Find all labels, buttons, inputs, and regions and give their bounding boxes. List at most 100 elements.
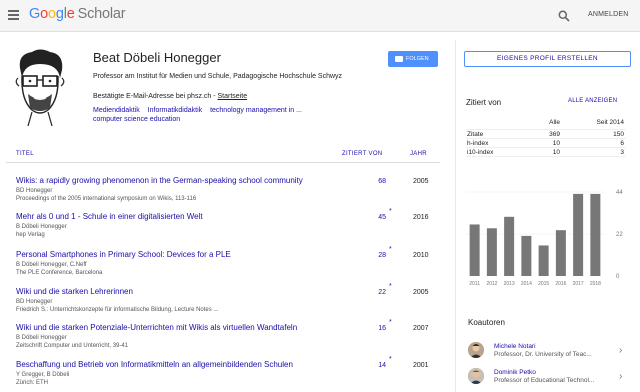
profile-interests: Mediendidaktik Informatikdidaktik techno… (93, 106, 353, 124)
logo-letter: e (66, 6, 75, 22)
publication-title[interactable]: Beschaffung und Betrieb von Informatikmi… (16, 360, 293, 369)
y-tick-label: 0 (616, 274, 620, 280)
logo-letter: o (47, 6, 56, 22)
chart-bar[interactable] (521, 235, 532, 276)
interest-link[interactable]: technology management in ... (210, 107, 302, 114)
citation-count[interactable]: 16 (376, 325, 386, 332)
stats-label: i10-index (467, 149, 494, 156)
chart-bar[interactable] (486, 228, 497, 276)
publication-title[interactable]: Personal Smartphones in Primary School: … (16, 250, 231, 259)
chevron-right-icon: › (619, 345, 623, 356)
interest-link[interactable]: Informatikdidaktik (148, 107, 202, 114)
x-tick-label: 2013 (504, 281, 515, 287)
chart-bar[interactable] (573, 193, 584, 276)
publication-venue: Zürich: ETH (16, 380, 49, 386)
publication-year: 2001 (413, 362, 429, 369)
citation-stats-table: Alle Seit 2014 Zitate 369 150 h-index 10… (466, 116, 626, 157)
logo-scholar-word: Scholar (77, 6, 126, 22)
stats-label: h-index (467, 140, 489, 147)
stats-header-cell: Seit 2014 (596, 119, 624, 126)
stats-all: 10 (552, 149, 560, 156)
publication-authors: BD Honegger (16, 188, 53, 194)
coauthor-name: Michele Notari (494, 343, 536, 350)
sort-by-citations[interactable]: ZITIERT VON (342, 151, 382, 157)
merged-citations-marker: * (389, 356, 392, 363)
sort-by-title[interactable]: TITEL (16, 151, 34, 157)
publication-venue: The PLE Conference, Barcelona (16, 270, 103, 276)
publication-authors: BD Honegger (16, 299, 53, 305)
merged-citations-marker: * (389, 319, 392, 326)
x-tick-label: 2014 (521, 281, 532, 287)
follow-button[interactable]: FOLGEN (388, 51, 438, 67)
publication-year: 2016 (413, 214, 429, 221)
citation-count[interactable]: 14 (376, 362, 386, 369)
citation-count[interactable]: 22 (376, 289, 386, 296)
signin-link[interactable]: ANMELDEN (588, 11, 629, 18)
stats-label: Zitate (467, 131, 484, 138)
publication-row: Wikis: a rapidly growing phenomenon in t… (16, 176, 440, 213)
logo-letter: o (40, 6, 48, 22)
publication-row: Wiki und die starken Lehrerinnen BD Hone… (16, 283, 440, 324)
sort-by-year[interactable]: JAHR (410, 151, 427, 157)
coauthor-avatar (468, 342, 484, 358)
publication-year: 2005 (413, 289, 429, 296)
publication-title[interactable]: Wikis: a rapidly growing phenomenon in t… (16, 176, 303, 185)
coauthor-item[interactable]: Michele Notari Professor, Dr. University… (466, 340, 632, 362)
profile-avatar (15, 49, 65, 126)
merged-citations-marker: * (389, 246, 392, 253)
chart-bar[interactable] (504, 216, 515, 276)
google-scholar-logo[interactable]: Google Scholar (29, 6, 126, 22)
publication-year: 2010 (413, 252, 429, 259)
menu-icon[interactable] (8, 10, 19, 20)
coauthor-photo (468, 342, 484, 358)
publication-authors: B Döbeli Honegger, C.Neff (16, 262, 87, 268)
publication-title[interactable]: Wiki und die starken Potenziale-Unterric… (16, 323, 297, 332)
publication-row: Mehr als 0 und 1 - Schule in einer digit… (16, 208, 440, 249)
publication-venue: Zeitschrift Computer und Unterricht, 39-… (16, 343, 129, 349)
publication-authors: Y Gregger, B Döbeli (16, 372, 70, 378)
profile-name: Beat Döbeli Honegger (93, 50, 221, 65)
stats-row: h-index 10 6 (466, 139, 626, 148)
publication-row: Beschaffung und Betrieb von Informatikmi… (16, 356, 440, 392)
publication-venue: Proceedings of the 2005 international sy… (16, 196, 197, 202)
citation-count[interactable]: 68 (376, 178, 386, 185)
search-icon[interactable] (558, 10, 570, 22)
publication-authors: B Döbeli Honegger (16, 335, 67, 341)
stats-since: 6 (620, 140, 624, 147)
interest-link[interactable]: computer science education (93, 116, 180, 123)
coauthor-description: Professor of Educational Technol... (494, 377, 595, 384)
create-profile-button[interactable]: EIGENES PROFIL ERSTELLEN (464, 51, 631, 67)
citation-count[interactable]: 45 (376, 214, 386, 221)
chart-bar[interactable] (590, 193, 601, 276)
x-tick-label: 2011 (469, 281, 480, 287)
stats-row: i10-index 10 3 (466, 148, 626, 157)
publication-year: 2007 (413, 325, 429, 332)
publication-title[interactable]: Wiki und die starken Lehrerinnen (16, 287, 133, 296)
follow-label: FOLGEN (406, 56, 429, 62)
chart-bar[interactable] (538, 245, 549, 276)
citation-count[interactable]: 28 (376, 252, 386, 259)
column-divider (455, 40, 456, 392)
chevron-right-icon: › (619, 371, 623, 382)
y-tick-label: 22 (616, 232, 623, 238)
profile-affiliation: Professor am Institut für Medien und Sch… (93, 73, 343, 80)
publication-venue: hep Verlag (16, 232, 45, 238)
x-tick-label: 2018 (590, 281, 601, 287)
publication-title[interactable]: Mehr als 0 und 1 - Schule in einer digit… (16, 212, 203, 221)
stats-since: 150 (613, 131, 624, 138)
verified-email-text: Bestätigte E-Mail-Adresse bei phsz.ch (93, 93, 212, 100)
chart-bar[interactable] (469, 224, 480, 276)
publication-row: Wiki und die starken Potenziale-Unterric… (16, 319, 440, 360)
coauthor-item[interactable]: Dominik Petko Professor of Educational T… (466, 366, 632, 388)
stats-all: 10 (552, 140, 560, 147)
publications-header: TITEL ZITIERT VON JAHR (6, 143, 440, 163)
mail-icon (395, 56, 403, 62)
homepage-link[interactable]: Startseite (218, 93, 248, 100)
x-tick-label: 2017 (573, 281, 584, 287)
logo-letter: g (55, 6, 64, 22)
chart-bar[interactable] (555, 230, 566, 276)
interest-link[interactable]: Mediendidaktik (93, 107, 140, 114)
show-all-link[interactable]: ALLE ANZEIGEN (568, 98, 617, 104)
x-tick-label: 2016 (555, 281, 566, 287)
top-bar: Google Scholar ANMELDEN (0, 0, 640, 32)
